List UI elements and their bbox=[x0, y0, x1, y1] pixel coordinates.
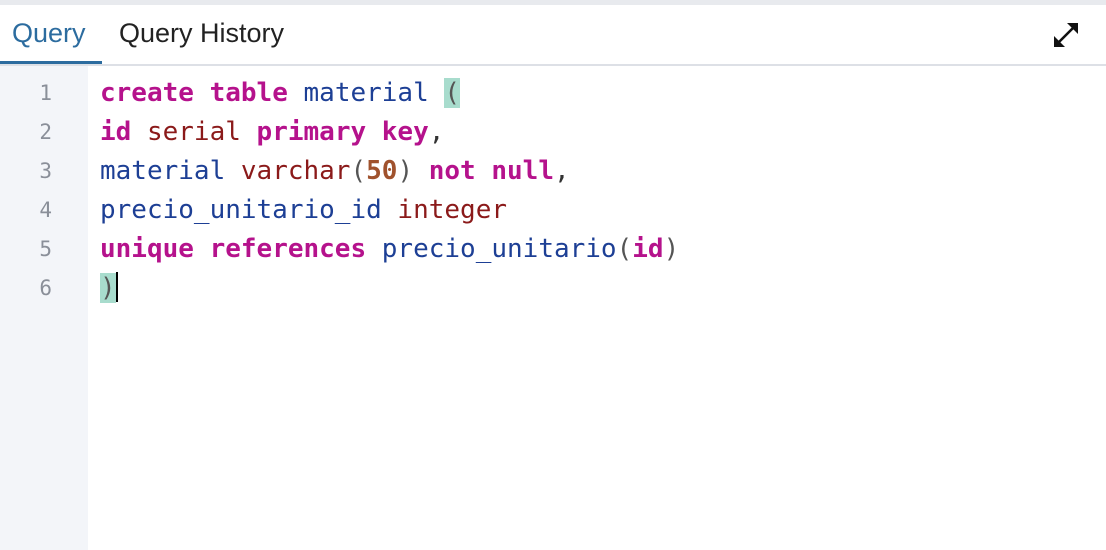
code-token: ) bbox=[397, 156, 414, 186]
code-line[interactable]: id serial primary key, bbox=[100, 113, 444, 152]
code-token: serial bbox=[146, 117, 241, 147]
code-token: 50 bbox=[366, 156, 398, 186]
code-line[interactable]: create table material ( bbox=[100, 74, 461, 113]
tab-query[interactable]: Query bbox=[12, 17, 86, 49]
code-token: integer bbox=[397, 195, 507, 225]
expand-arrows-icon bbox=[1054, 23, 1078, 47]
code-token: , bbox=[554, 156, 570, 186]
sql-editor[interactable]: 123456 create table material (id serial … bbox=[0, 66, 1106, 550]
code-token: id bbox=[100, 117, 132, 147]
code-token: id bbox=[632, 234, 664, 264]
code-token: precio_unitario bbox=[381, 234, 617, 264]
line-number: 6 bbox=[39, 276, 52, 300]
code-line[interactable]: precio_unitario_id integer bbox=[100, 191, 507, 230]
code-token: ) bbox=[663, 234, 680, 264]
line-number: 5 bbox=[39, 237, 52, 261]
line-number: 4 bbox=[39, 198, 52, 222]
line-number: 2 bbox=[39, 120, 52, 144]
code-token: material bbox=[100, 156, 226, 186]
code-token: material bbox=[303, 78, 429, 108]
code-token: primary bbox=[256, 117, 367, 147]
code-token: key bbox=[381, 117, 429, 147]
code-token: ( bbox=[616, 234, 633, 264]
tab-bar: Query Query History bbox=[0, 5, 1106, 64]
code-token: precio_unitario_id bbox=[100, 195, 382, 225]
code-token: not bbox=[428, 156, 476, 186]
line-number-gutter: 1 2 3 4 5 6 bbox=[0, 66, 88, 550]
code-token: create bbox=[100, 78, 194, 108]
code-token: table bbox=[209, 78, 288, 108]
code-line[interactable]: material varchar(50) not null, bbox=[100, 152, 570, 191]
tab-query-history[interactable]: Query History bbox=[119, 17, 284, 49]
matched-bracket: ( bbox=[444, 78, 461, 108]
query-tool-panel: Query Query History 1 2 3 4 5 6 create table … bbox=[0, 0, 1106, 550]
code-token: , bbox=[428, 117, 445, 147]
code-token: ( bbox=[350, 156, 367, 186]
code-line[interactable]: unique references precio_unitario(id) bbox=[100, 230, 679, 269]
expand-button[interactable] bbox=[1050, 19, 1082, 51]
code-line[interactable]: ) bbox=[100, 269, 118, 308]
text-cursor bbox=[115, 272, 118, 302]
matched-bracket: ) bbox=[100, 273, 116, 303]
code-token: references bbox=[209, 234, 367, 264]
line-number: 1 bbox=[39, 81, 52, 105]
code-token: unique bbox=[100, 234, 194, 264]
line-number: 3 bbox=[39, 159, 52, 183]
code-token: varchar bbox=[240, 156, 351, 186]
code-token: null bbox=[491, 156, 554, 186]
